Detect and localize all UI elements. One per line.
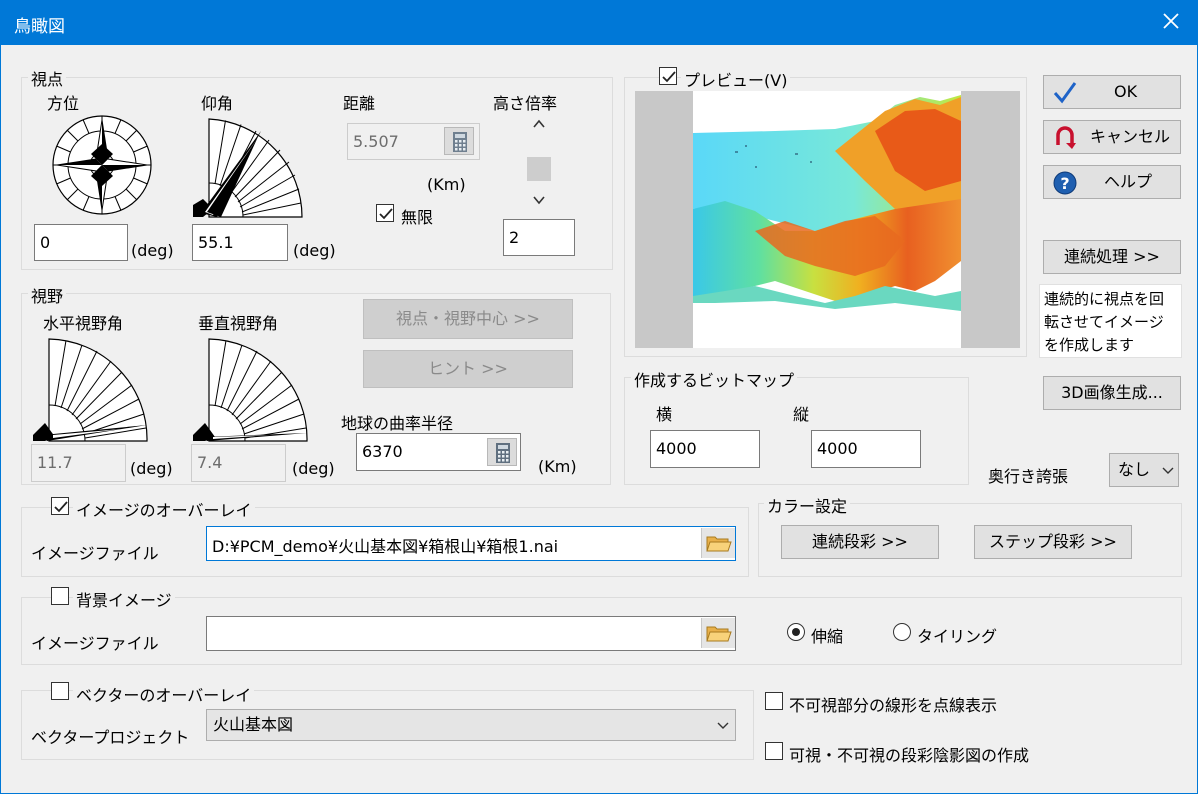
height-ratio-slider-thumb[interactable]	[527, 157, 551, 181]
stretch-label: 伸縮	[811, 627, 844, 646]
step-color-button[interactable]: ステップ段彩 >>	[974, 525, 1132, 559]
background-file-input[interactable]	[206, 616, 736, 651]
horizontal-fov-label: 水平視野角	[43, 314, 124, 333]
vertical-fov-unit: (deg)	[292, 459, 335, 478]
viewpoint-center-button[interactable]: 視点・視野中心 >>	[363, 299, 573, 339]
vertical-fov-label: 垂直視野角	[198, 314, 279, 333]
vector-project-select[interactable]: 火山基本図	[206, 709, 736, 741]
help-label: ヘルプ	[1104, 172, 1153, 191]
elevation-dial-icon[interactable]	[191, 117, 303, 219]
vector-project-label: ベクタープロジェクト	[31, 728, 190, 747]
cancel-label: キャンセル	[1090, 127, 1171, 146]
elevation-unit: (deg)	[293, 241, 336, 260]
bitmap-width-label: 横	[656, 405, 673, 424]
bitmap-legend: 作成するビットマップ	[631, 367, 798, 391]
height-ratio-label: 高さ倍率	[493, 94, 558, 113]
ok-label: OK	[1114, 82, 1138, 101]
bitmap-width-input[interactable]: 4000	[650, 430, 760, 468]
preview-label: プレビュー(V)	[681, 67, 791, 91]
calculator-icon[interactable]	[444, 127, 474, 155]
vector-project-value: 火山基本図	[213, 715, 294, 734]
ok-button[interactable]: OK	[1043, 75, 1181, 109]
help-button[interactable]: ? ヘルプ	[1043, 165, 1181, 199]
cancel-button[interactable]: キャンセル	[1043, 120, 1181, 154]
depth-select[interactable]: なし	[1109, 453, 1179, 487]
preview-image	[635, 91, 1020, 348]
earth-radius-label: 地球の曲率半径	[341, 414, 454, 433]
close-icon[interactable]	[1159, 9, 1183, 33]
azimuth-input[interactable]: 0	[34, 224, 128, 261]
image-file-label: イメージファイル	[31, 544, 159, 563]
vertical-fov-input[interactable]: 7.4	[191, 444, 286, 482]
dotted-hidden-checkbox[interactable]	[765, 692, 783, 710]
compass-rose-icon[interactable]	[51, 114, 153, 216]
folder-icon	[706, 626, 732, 642]
tiling-label: タイリング	[917, 627, 998, 646]
vector-checkbox[interactable]	[51, 682, 69, 700]
bitmap-height-label: 縦	[793, 405, 810, 424]
tiling-radio[interactable]	[893, 623, 911, 641]
distance-label: 距離	[343, 94, 376, 113]
visibility-map-label: 可視・不可視の段彩陰影図の作成	[789, 746, 1030, 765]
horizontal-fov-dial-icon[interactable]	[31, 337, 149, 443]
chevron-up-icon[interactable]	[532, 118, 546, 130]
viewpoint-legend: 視点	[28, 66, 67, 90]
background-legend: 背景イメージ	[73, 587, 175, 611]
color-legend: カラー設定	[764, 493, 851, 517]
chevron-down-icon	[717, 722, 729, 729]
continuous-description: 連続的に視点を回転させてイメージを作成します	[1039, 284, 1182, 358]
folder-icon	[706, 536, 732, 552]
image-overlay-legend: イメージのオーバーレイ	[73, 497, 255, 521]
generate-3d-button[interactable]: 3D画像生成...	[1043, 376, 1181, 410]
azimuth-unit: (deg)	[131, 241, 174, 260]
hint-button[interactable]: ヒント >>	[363, 350, 573, 388]
height-ratio-input[interactable]: 2	[503, 219, 575, 256]
earth-radius-unit: (Km)	[538, 457, 577, 476]
background-checkbox[interactable]	[51, 587, 69, 605]
earth-radius-calculator-icon[interactable]	[487, 438, 517, 466]
title-bar: 鳥瞰図	[1, 1, 1197, 45]
horizontal-fov-unit: (deg)	[130, 459, 173, 478]
chevron-down-icon[interactable]	[532, 194, 546, 206]
dialog-window: 鳥瞰図 視点 方位 0 (deg) 仰角 55.1 (deg) 距離 5.507…	[0, 0, 1198, 794]
elevation-label: 仰角	[201, 94, 234, 113]
elevation-input[interactable]: 55.1	[192, 224, 288, 261]
stretch-radio[interactable]	[787, 623, 805, 641]
image-file-value: D:¥PCM_demo¥火山基本図¥箱根山¥箱根1.nai	[212, 537, 559, 556]
bitmap-height-input[interactable]: 4000	[811, 430, 921, 468]
background-browse-button[interactable]	[701, 618, 735, 648]
svg-text:?: ?	[1060, 174, 1069, 193]
help-icon: ?	[1053, 171, 1077, 195]
background-file-label: イメージファイル	[31, 634, 159, 653]
window-title: 鳥瞰図	[14, 17, 65, 37]
continuous-process-button[interactable]: 連続処理 >>	[1043, 240, 1181, 274]
preview-checkbox[interactable]	[659, 67, 677, 85]
azimuth-label: 方位	[47, 94, 80, 113]
infinite-label: 無限	[401, 208, 434, 227]
undo-arrow-icon	[1056, 126, 1076, 149]
horizontal-fov-input[interactable]: 11.7	[31, 444, 126, 482]
fov-legend: 視野	[28, 283, 67, 307]
distance-unit: (Km)	[427, 175, 466, 194]
infinite-checkbox[interactable]	[376, 204, 394, 222]
dotted-hidden-label: 不可視部分の線形を点線表示	[789, 696, 998, 715]
image-overlay-checkbox[interactable]	[51, 497, 69, 515]
vector-legend: ベクターのオーバーレイ	[73, 682, 255, 706]
vertical-fov-dial-icon[interactable]	[191, 337, 309, 443]
checkmark-icon	[1053, 82, 1077, 104]
continuous-color-button[interactable]: 連続段彩 >>	[781, 525, 939, 559]
chevron-down-icon	[1162, 467, 1174, 474]
depth-value: なし	[1118, 460, 1151, 479]
visibility-map-checkbox[interactable]	[765, 742, 783, 760]
image-file-browse-button[interactable]	[701, 528, 735, 558]
image-file-input[interactable]: D:¥PCM_demo¥火山基本図¥箱根山¥箱根1.nai	[206, 526, 736, 561]
depth-label: 奥行き誇張	[988, 467, 1069, 486]
